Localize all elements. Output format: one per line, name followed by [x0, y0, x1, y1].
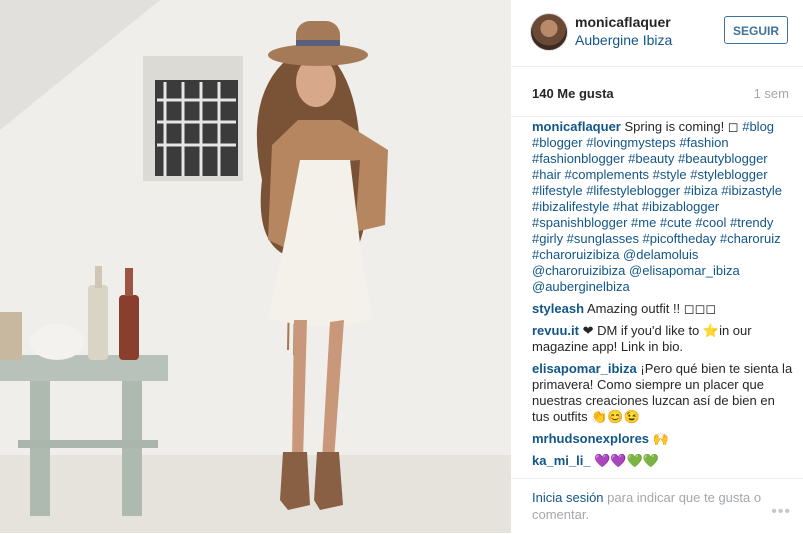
list-item: styleash Amazing outfit !! ◻◻◻ [532, 301, 794, 317]
comments-list[interactable]: monicaflaquer Spring is coming! ◻ #blog … [532, 119, 794, 475]
comment-username[interactable]: ka_mi_li_ [532, 453, 591, 468]
list-item: elisapomar_ibiza ¡Pero qué bien te sient… [532, 361, 794, 425]
list-item: revuu.it ❤ DM if you'd like to ⭐in our m… [532, 323, 794, 355]
list-item: mrhudsonexplores 🙌 [532, 431, 794, 447]
likes-count[interactable]: 140 Me gusta [532, 86, 614, 101]
comment-text: Amazing outfit !! ◻◻◻ [586, 301, 717, 316]
post-photo[interactable] [0, 0, 511, 533]
caption-tags[interactable]: #blog #blogger #lovingmysteps #fashion #… [532, 119, 782, 294]
likes-row: 140 Me gusta 1 sem [511, 66, 803, 117]
post-time[interactable]: 1 sem [754, 86, 789, 101]
avatar[interactable] [530, 13, 568, 51]
caption-text: Spring is coming! ◻ [624, 119, 743, 134]
more-options-icon[interactable]: ••• [771, 503, 791, 521]
post-footer: Inicia sesión para indicar que te gusta … [511, 478, 803, 534]
comment-username[interactable]: elisapomar_ibiza [532, 361, 637, 376]
caption-username[interactable]: monicaflaquer [532, 119, 621, 134]
post-side-panel: monicaflaquer Aubergine Ibiza SEGUIR 140… [511, 0, 803, 533]
header-location[interactable]: Aubergine Ibiza [575, 32, 672, 48]
photo-illustration [0, 0, 511, 533]
login-prompt: Inicia sesión para indicar que te gusta … [532, 489, 762, 523]
comment-text: 🙌 [652, 431, 669, 446]
comment-username[interactable]: revuu.it [532, 323, 579, 338]
comment-username[interactable]: styleash [532, 301, 584, 316]
follow-button[interactable]: SEGUIR [724, 16, 788, 44]
header-username[interactable]: monicaflaquer [575, 14, 671, 30]
comment-username[interactable]: mrhudsonexplores [532, 431, 649, 446]
post-header: monicaflaquer Aubergine Ibiza SEGUIR [511, 0, 803, 67]
login-link[interactable]: Inicia sesión [532, 490, 604, 505]
list-item: ka_mi_li_ 💜💜💚💚 [532, 453, 794, 469]
caption: monicaflaquer Spring is coming! ◻ #blog … [532, 119, 794, 295]
comment-text: 💜💜💚💚 [594, 453, 659, 468]
